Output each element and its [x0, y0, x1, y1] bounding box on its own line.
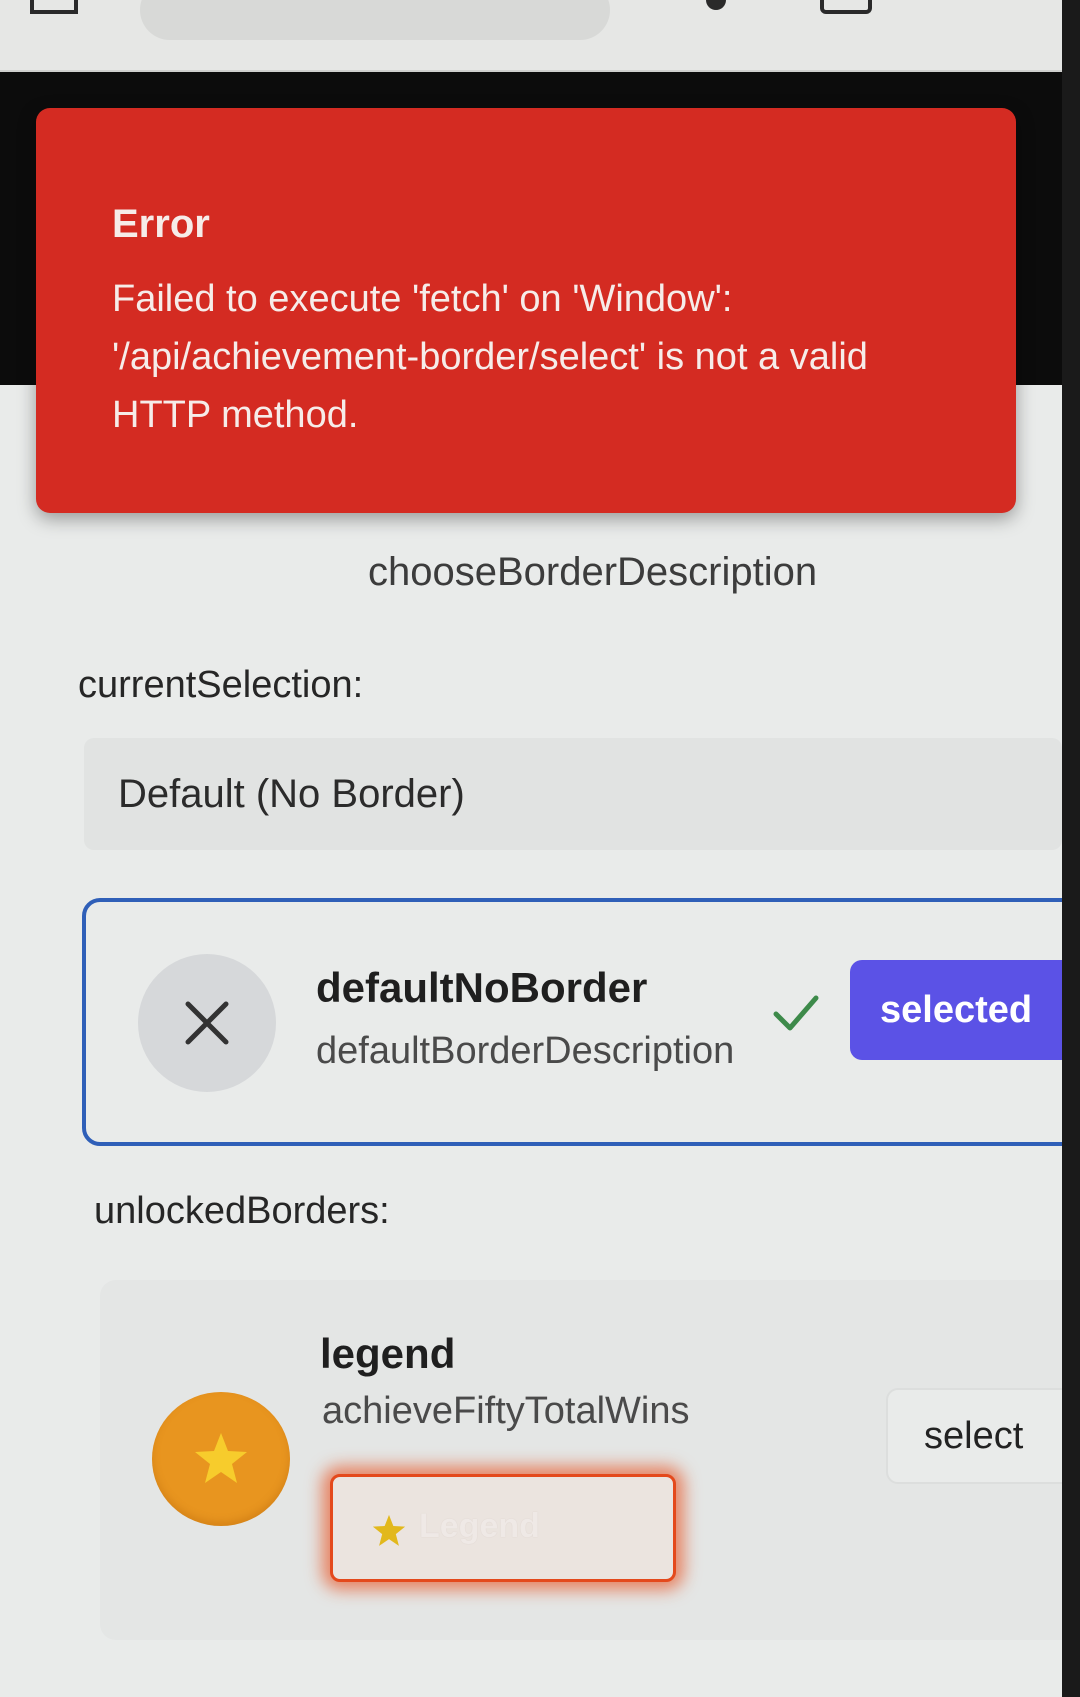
menu-dot-icon[interactable]: [706, 0, 726, 10]
error-title: Error: [112, 202, 210, 246]
legend-badge-label: Legend: [419, 1507, 540, 1545]
border-card-default[interactable]: defaultNoBorder defaultBorderDescription…: [82, 898, 1080, 1146]
border-card-title: legend: [320, 1330, 456, 1377]
legend-border-preview: [152, 1392, 290, 1526]
browser-top-bar: [0, 0, 1062, 72]
border-card-title: defaultNoBorder: [316, 964, 648, 1011]
tabs-icon[interactable]: [30, 0, 78, 14]
star-icon: [195, 1433, 247, 1483]
window-icon[interactable]: [820, 0, 872, 14]
selected-button[interactable]: selected: [850, 960, 1080, 1060]
error-toast[interactable]: Error Failed to execute 'fetch' on 'Wind…: [36, 108, 1016, 513]
check-icon: [773, 995, 819, 1031]
page-description: chooseBorderDescription: [368, 550, 818, 594]
current-selection-label: currentSelection:: [78, 664, 364, 706]
close-icon: [185, 1001, 229, 1045]
select-button[interactable]: select: [886, 1388, 1080, 1484]
legend-badge-preview: Legend: [330, 1474, 676, 1582]
app-screen: chooseBorderDescription currentSelection…: [0, 0, 1080, 1697]
screen-edge: [1062, 0, 1080, 1697]
address-bar[interactable]: [140, 0, 610, 40]
star-icon: [372, 1514, 406, 1546]
current-selection-box: Default (No Border): [84, 738, 1062, 850]
error-message: Failed to execute 'fetch' on 'Window': '…: [112, 278, 868, 436]
unlocked-borders-label: unlockedBorders:: [94, 1190, 390, 1232]
current-selection-value: Default (No Border): [118, 772, 465, 816]
border-card-description: defaultBorderDescription: [316, 1030, 735, 1072]
border-card-description: achieveFiftyTotalWins: [322, 1390, 690, 1432]
border-card-legend[interactable]: legend achieveFiftyTotalWins Legend sele…: [100, 1280, 1080, 1640]
border-preview-circle: [138, 954, 276, 1092]
